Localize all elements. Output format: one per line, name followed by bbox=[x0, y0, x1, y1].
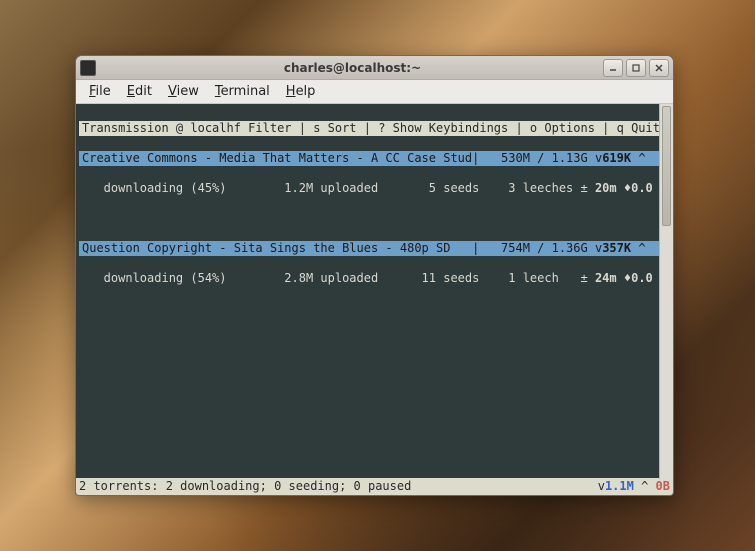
terminal-app-icon bbox=[80, 60, 96, 76]
menu-view[interactable]: View bbox=[161, 82, 206, 101]
status-rates: v1.1M ^ 0B bbox=[598, 479, 670, 494]
terminal-content: Transmission @ localhf Filter | s Sort |… bbox=[76, 104, 673, 318]
window-controls bbox=[603, 59, 669, 77]
menu-terminal[interactable]: Terminal bbox=[208, 82, 277, 101]
close-icon bbox=[654, 63, 664, 73]
maximize-button[interactable] bbox=[626, 59, 646, 77]
titlebar[interactable]: charles@localhost:~ bbox=[76, 56, 673, 80]
window-title: charles@localhost:~ bbox=[102, 61, 603, 75]
close-button[interactable] bbox=[649, 59, 669, 77]
status-bar: 2 torrents: 2 downloading; 0 seeding; 0 … bbox=[76, 478, 673, 495]
minimize-icon bbox=[608, 63, 618, 73]
torrent-row-title: Creative Commons - Media That Matters - … bbox=[79, 151, 670, 166]
menu-edit[interactable]: Edit bbox=[120, 82, 159, 101]
total-down-speed: 1.1M bbox=[605, 479, 634, 493]
menu-help[interactable]: Help bbox=[279, 82, 323, 101]
download-speed: 357K bbox=[602, 241, 631, 255]
torrent-row-title: Question Copyright - Sita Sings the Blue… bbox=[79, 241, 670, 256]
scrollbar[interactable] bbox=[659, 104, 673, 479]
scrollbar-thumb[interactable] bbox=[662, 106, 671, 226]
blank-line bbox=[79, 211, 670, 226]
eta: 24m bbox=[595, 271, 617, 285]
maximize-icon bbox=[631, 63, 641, 73]
torrent-row-status: downloading (54%) 2.8M uploaded 11 seeds… bbox=[79, 271, 670, 286]
menubar: File Edit View Terminal Help bbox=[76, 80, 673, 104]
eta: 20m bbox=[595, 181, 617, 195]
terminal-viewport[interactable]: Transmission @ localhf Filter | s Sort |… bbox=[76, 104, 673, 495]
minimize-button[interactable] bbox=[603, 59, 623, 77]
torrent-row-status: downloading (45%) 1.2M uploaded 5 seeds … bbox=[79, 181, 670, 196]
status-summary: 2 torrents: 2 downloading; 0 seeding; 0 … bbox=[79, 479, 411, 493]
download-speed: 619K bbox=[602, 151, 631, 165]
app-header-line: Transmission @ localhf Filter | s Sort |… bbox=[79, 121, 670, 136]
menu-file[interactable]: File bbox=[82, 82, 118, 101]
terminal-window: charles@localhost:~ File Edit View Termi… bbox=[75, 55, 674, 496]
total-up-speed: 0B bbox=[656, 479, 670, 493]
